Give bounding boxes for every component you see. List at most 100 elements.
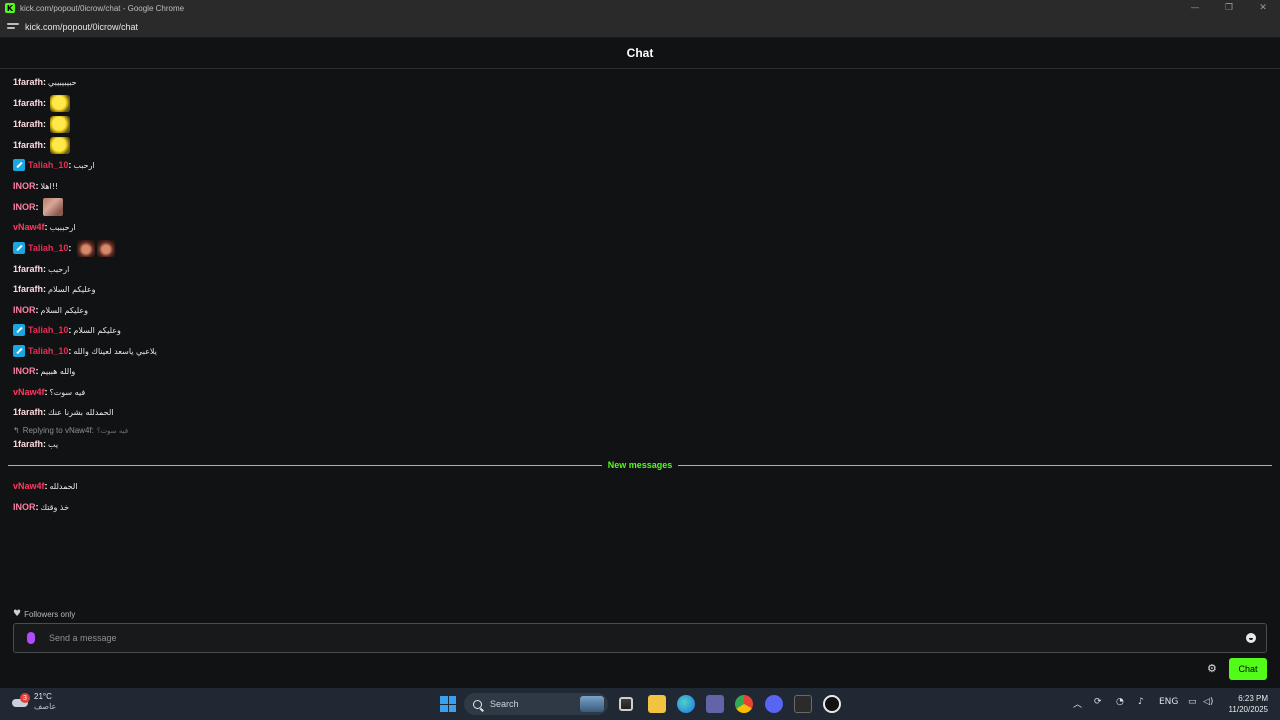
message-text: خذ وقتك [40, 502, 70, 512]
username[interactable]: vNaw4f [13, 222, 45, 232]
chat-message: 1farafh: حبيبيبيبي [13, 77, 77, 87]
site-settings-icon[interactable] [7, 22, 19, 32]
network-icon[interactable]: ◔ [1116, 697, 1124, 707]
new-messages-divider: New messages [8, 458, 1273, 472]
username[interactable]: 1farafh [13, 140, 43, 150]
display-icon[interactable]: ▭ [1188, 697, 1197, 707]
username[interactable]: 1farafh [13, 119, 43, 129]
followers-only-label: Followers only [24, 609, 76, 619]
start-windows-icon[interactable] [440, 696, 456, 712]
message-text: الحمدلله [49, 481, 78, 491]
message-text: ارحبب [48, 264, 70, 274]
system-clock[interactable]: 6:23 PM 11/20/2025 [1229, 693, 1268, 715]
chat-message: 1farafh: وعليكم السلام [13, 284, 96, 294]
task-view-icon[interactable] [619, 697, 633, 711]
clock-time: 6:23 PM [1238, 694, 1268, 703]
message-text: حبيبيبيبي [48, 77, 77, 87]
edge-browser-icon[interactable] [677, 695, 695, 713]
chat-message: 1farafh: [13, 93, 71, 113]
weather-widget[interactable]: 3 21°C عاصف [12, 692, 56, 712]
window-controls: — ❐ ✕ [1178, 0, 1280, 16]
weather-temp: 21°C [34, 692, 52, 701]
face-emote-icon[interactable] [97, 239, 116, 257]
microphone-tray-icon[interactable]: ♪ [1138, 697, 1144, 707]
weather-cloud-icon: 3 [12, 693, 30, 709]
username[interactable]: 1farafh [13, 407, 43, 417]
chat-settings-gear-icon[interactable]: ⚙ [1207, 662, 1217, 675]
new-messages-label: New messages [607, 460, 673, 470]
chat-message: INOR: وعليكم السلام [13, 305, 89, 315]
clock-date: 11/20/2025 [1228, 705, 1268, 714]
tray-overflow-chevron-icon[interactable]: ︿ [1073, 697, 1082, 710]
reply-quote: فيه سوت؟ [96, 426, 129, 435]
weather-desc: عاصف [34, 702, 57, 711]
message-text: وعليكم السلام [40, 305, 89, 315]
obs-app-icon[interactable] [823, 695, 841, 713]
minimize-button[interactable]: — [1178, 0, 1212, 16]
message-text: وعليكم السلام [73, 325, 121, 335]
window-titlebar: K kick.com/popout/0icrow/chat - Google C… [0, 0, 1280, 16]
followers-only-notice: ♥ Followers only [13, 609, 75, 619]
username[interactable]: 1farafh [13, 284, 43, 294]
notification-badge: 3 [20, 693, 30, 703]
yellow-emote-icon[interactable] [50, 136, 71, 154]
username[interactable]: 1farafh [13, 77, 43, 87]
username[interactable]: 1farafh [13, 98, 43, 108]
yellow-emote-icon[interactable] [50, 115, 71, 133]
moderator-badge-icon[interactable] [13, 159, 25, 171]
chat-message: INOR: اهلا!! [13, 181, 59, 191]
chat-message: 1farafh: [13, 114, 71, 134]
url-text[interactable]: kick.com/popout/0icrow/chat [25, 22, 138, 32]
username[interactable]: Taliah_10 [28, 325, 68, 335]
message-text: ارحبببب [49, 222, 76, 232]
username[interactable]: INOR [13, 366, 36, 376]
username[interactable]: Taliah_10 [28, 160, 68, 170]
message-text: والله هببيم [40, 366, 76, 376]
yellow-emote-icon[interactable] [50, 94, 71, 112]
message-text: ارحبب [73, 160, 95, 170]
username[interactable]: vNaw4f [13, 481, 45, 491]
message-composer[interactable] [13, 623, 1267, 653]
emoji-picker-icon[interactable] [1246, 633, 1256, 643]
chrome-icon[interactable] [735, 695, 753, 713]
restore-button[interactable]: ❐ [1212, 0, 1246, 16]
taskbar-search[interactable]: Search [464, 693, 608, 715]
language-indicator[interactable]: ENG [1159, 697, 1178, 707]
username[interactable]: 1farafh [13, 264, 43, 274]
chat-message: INOR: خذ وقتك [13, 502, 70, 512]
search-label: Search [490, 699, 519, 709]
moderator-badge-icon[interactable] [13, 324, 25, 336]
message-text: الحمدلله بشرنا عنك [48, 407, 114, 417]
chat-message: Taliah_10: [13, 238, 116, 258]
teams-icon[interactable] [706, 695, 724, 713]
chat-title: Chat [0, 38, 1280, 69]
username[interactable]: INOR [13, 502, 36, 512]
volume-icon[interactable]: ◁) [1203, 697, 1213, 707]
microphone-icon[interactable] [27, 632, 35, 644]
username[interactable]: INOR [13, 202, 36, 212]
message-text: فيه سوت؟ [49, 387, 86, 397]
close-button[interactable]: ✕ [1246, 0, 1280, 16]
moderator-badge-icon[interactable] [13, 242, 25, 254]
moderator-badge-icon[interactable] [13, 345, 25, 357]
send-chat-button[interactable]: Chat [1229, 658, 1267, 680]
kick-logo-icon: K [5, 3, 15, 13]
chat-message: 1farafh: ارحبب [13, 264, 70, 274]
username[interactable]: vNaw4f [13, 387, 45, 397]
chat-message: 1farafh: الحمدلله بشرنا عنك [13, 407, 114, 417]
username[interactable]: INOR [13, 305, 36, 315]
chat-message: INOR: والله هببيم [13, 366, 76, 376]
message-input[interactable] [49, 633, 1199, 643]
username[interactable]: Taliah_10 [28, 243, 68, 253]
discord-icon[interactable] [765, 695, 783, 713]
file-explorer-icon[interactable] [648, 695, 666, 713]
sync-icon[interactable]: ⟳ [1094, 697, 1102, 707]
pink-emote-icon[interactable] [42, 198, 63, 216]
terminal-icon[interactable] [794, 695, 812, 713]
username[interactable]: 1farafh [13, 439, 43, 449]
chat-message: vNaw4f: ارحبببب [13, 222, 76, 232]
username[interactable]: Taliah_10 [28, 346, 68, 356]
username[interactable]: INOR [13, 181, 36, 191]
message-list[interactable]: 1farafh: حبيبيبيبي 1farafh: 1farafh: 1fa… [0, 72, 1280, 602]
face-emote-icon[interactable] [77, 239, 96, 257]
